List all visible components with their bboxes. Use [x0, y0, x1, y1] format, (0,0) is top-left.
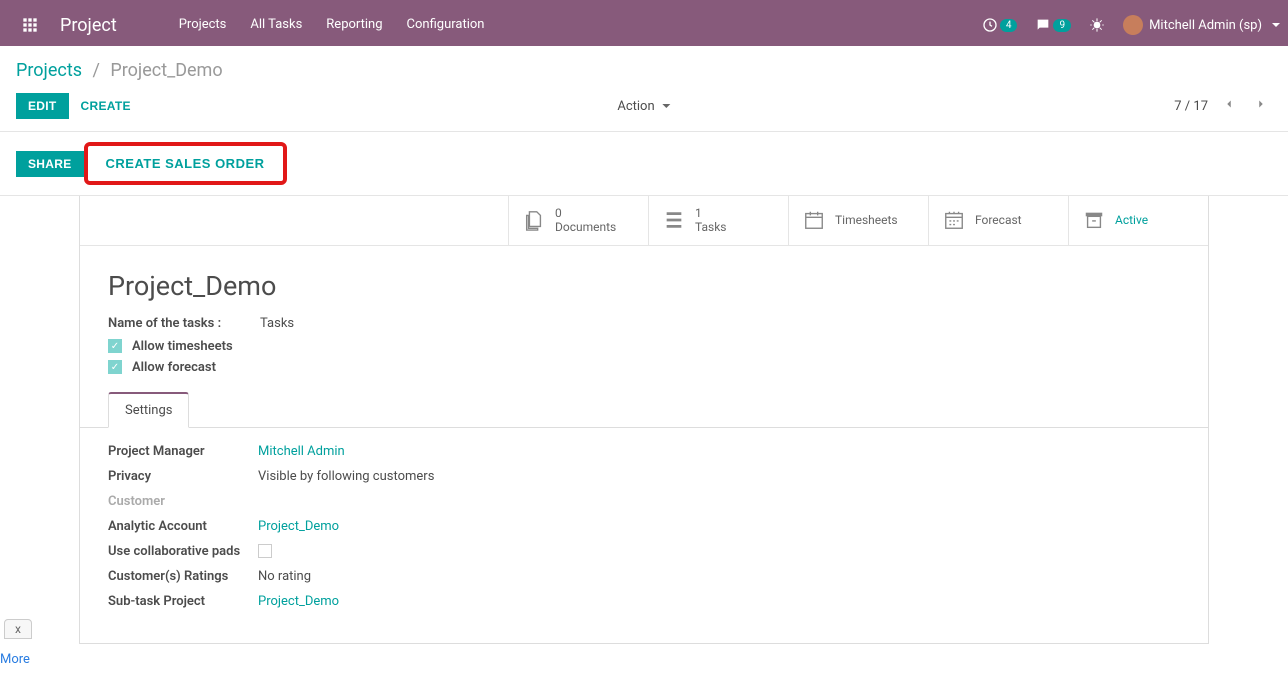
row-collaborative-pads: Use collaborative pads	[108, 544, 1180, 559]
stat-count: 1	[695, 206, 727, 220]
messages-icon[interactable]: 9	[1035, 17, 1071, 33]
nav-reporting[interactable]: Reporting	[314, 2, 394, 48]
nav-all-tasks[interactable]: All Tasks	[238, 2, 314, 48]
row-analytic-account: Analytic Account Project_Demo	[108, 519, 1180, 534]
more-link[interactable]: More	[0, 652, 30, 667]
pager-next[interactable]	[1250, 93, 1272, 119]
app-title[interactable]: Project	[60, 15, 117, 36]
pager-prev[interactable]	[1218, 93, 1240, 119]
label-ratings: Customer(s) Ratings	[108, 569, 258, 584]
row-customer: Customer	[108, 494, 1180, 509]
stat-buttons: 0 Documents 1 Tasks Timesheets	[80, 196, 1208, 246]
activity-badge: 4	[1000, 19, 1018, 32]
bottom-bar: x	[0, 622, 32, 637]
edit-button[interactable]: EDIT	[16, 93, 69, 119]
value-ratings: No rating	[258, 569, 311, 584]
stat-label: Timesheets	[835, 213, 898, 227]
nav-projects[interactable]: Projects	[167, 2, 239, 48]
pager-text: 7 / 17	[1174, 99, 1208, 114]
messages-badge: 9	[1053, 19, 1071, 32]
label-analytic: Analytic Account	[108, 519, 258, 534]
allow-forecast-checkbox[interactable]	[108, 360, 122, 374]
sheet-wrapper: 0 Documents 1 Tasks Timesheets	[0, 196, 1288, 644]
stat-count: 0	[555, 206, 616, 220]
action-dropdown[interactable]: Action	[617, 99, 670, 114]
stat-label: Active	[1115, 213, 1148, 227]
settings-panel: Project Manager Mitchell Admin Privacy V…	[108, 428, 1180, 609]
label-customer: Customer	[108, 494, 258, 509]
value-analytic[interactable]: Project_Demo	[258, 519, 339, 534]
stat-label: Tasks	[695, 220, 727, 234]
row-subtask-project: Sub-task Project Project_Demo	[108, 594, 1180, 609]
user-menu[interactable]: Mitchell Admin (sp)	[1123, 15, 1280, 35]
calendar-icon	[803, 209, 825, 231]
nav-menu: Projects All Tasks Reporting Configurati…	[167, 2, 497, 48]
stat-label: Documents	[555, 220, 616, 234]
form-sheet: 0 Documents 1 Tasks Timesheets	[79, 196, 1209, 644]
label-project-manager: Project Manager	[108, 444, 258, 459]
pager: 7 / 17	[1174, 93, 1272, 119]
close-overlay-button[interactable]: x	[4, 619, 32, 639]
collab-checkbox[interactable]	[258, 544, 272, 558]
highlight-box: CREATE SALES ORDER	[84, 142, 287, 185]
topbar-right: 4 9 Mitchell Admin (sp)	[982, 15, 1280, 35]
activity-icon[interactable]: 4	[982, 17, 1018, 33]
sub-action-bar: SHARE CREATE SALES ORDER	[0, 132, 1288, 196]
documents-icon	[523, 209, 545, 231]
allow-forecast-row: Allow forecast	[108, 360, 1180, 375]
stat-timesheets[interactable]: Timesheets	[788, 196, 928, 245]
row-customer-ratings: Customer(s) Ratings No rating	[108, 569, 1180, 584]
tabs: Settings	[80, 393, 1208, 428]
action-label: Action	[617, 99, 654, 114]
value-privacy: Visible by following customers	[258, 469, 434, 484]
action-bar: EDIT CREATE Action 7 / 17	[0, 89, 1288, 132]
tasks-icon	[663, 209, 685, 231]
archive-icon	[1083, 209, 1105, 231]
allow-forecast-label: Allow forecast	[132, 360, 216, 375]
create-sales-order-button[interactable]: CREATE SALES ORDER	[96, 150, 275, 177]
project-title: Project_Demo	[108, 270, 1180, 302]
topbar: Project Projects All Tasks Reporting Con…	[0, 0, 1288, 46]
chevron-down-icon	[663, 104, 671, 108]
stat-documents[interactable]: 0 Documents	[508, 196, 648, 245]
allow-timesheets-checkbox[interactable]	[108, 339, 122, 353]
tasks-name-label: Name of the tasks :	[108, 316, 258, 331]
avatar	[1123, 15, 1143, 35]
tab-settings[interactable]: Settings	[108, 392, 189, 428]
nav-configuration[interactable]: Configuration	[395, 2, 497, 48]
username: Mitchell Admin (sp)	[1149, 18, 1262, 33]
stat-label: Forecast	[975, 213, 1022, 227]
breadcrumb: Projects / Project_Demo	[0, 46, 1288, 89]
value-project-manager[interactable]: Mitchell Admin	[258, 444, 345, 459]
label-subtask: Sub-task Project	[108, 594, 258, 609]
apps-icon[interactable]	[16, 11, 44, 39]
row-privacy: Privacy Visible by following customers	[108, 469, 1180, 484]
breadcrumb-link[interactable]: Projects	[16, 60, 82, 81]
breadcrumb-current: Project_Demo	[110, 60, 222, 81]
create-button[interactable]: CREATE	[69, 93, 143, 119]
stat-forecast[interactable]: Forecast	[928, 196, 1068, 245]
forecast-icon	[943, 209, 965, 231]
value-subtask[interactable]: Project_Demo	[258, 594, 339, 609]
sheet-body: Project_Demo Name of the tasks : Tasks A…	[80, 246, 1208, 643]
tasks-name-row: Name of the tasks : Tasks	[108, 316, 1180, 331]
breadcrumb-separator: /	[92, 60, 99, 81]
allow-timesheets-label: Allow timesheets	[132, 339, 233, 354]
label-collab: Use collaborative pads	[108, 544, 258, 559]
debug-icon[interactable]	[1089, 17, 1105, 33]
allow-timesheets-row: Allow timesheets	[108, 339, 1180, 354]
chevron-down-icon	[1272, 23, 1280, 27]
label-privacy: Privacy	[108, 469, 258, 484]
share-button[interactable]: SHARE	[16, 151, 84, 177]
tasks-name-value: Tasks	[260, 316, 294, 331]
row-project-manager: Project Manager Mitchell Admin	[108, 444, 1180, 459]
stat-active[interactable]: Active	[1068, 196, 1208, 245]
stat-tasks[interactable]: 1 Tasks	[648, 196, 788, 245]
